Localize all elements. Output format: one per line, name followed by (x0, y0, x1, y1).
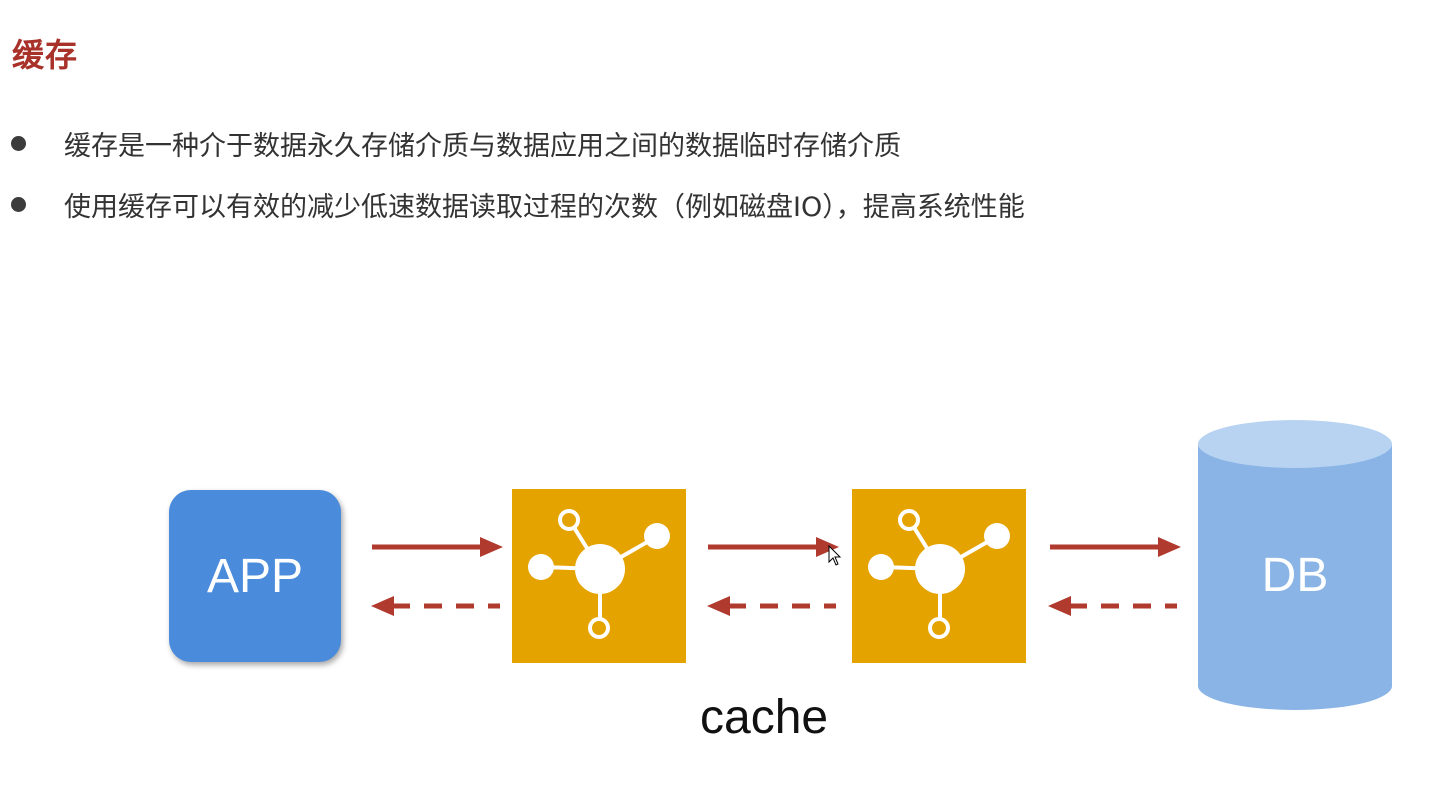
bullet-dot-icon (11, 135, 26, 151)
cache-node-2 (852, 489, 1026, 663)
bullet-text: 缓存是一种介于数据永久存储介质与数据应用之间的数据临时存储介质 (64, 130, 901, 162)
hub-icon (868, 509, 1010, 639)
hub-icon (528, 509, 670, 639)
app-label: APP (206, 549, 304, 603)
cache-label: cache (700, 691, 829, 744)
response-arrow (707, 596, 836, 616)
app-node: APP (169, 490, 341, 662)
db-label: DB (1261, 549, 1329, 602)
cache-node-1 (512, 489, 686, 663)
request-arrow (708, 537, 839, 557)
request-arrow (1050, 537, 1181, 557)
request-arrow (372, 537, 503, 557)
response-arrow (1048, 596, 1177, 616)
mouse-cursor-icon (828, 545, 842, 566)
response-arrow (371, 596, 500, 616)
bullet-text: 使用缓存可以有效的减少低速数据读取过程的次数（例如磁盘IO），提高系统性能 (64, 191, 1025, 223)
db-node: DB (1198, 420, 1392, 712)
slide-title: 缓存 (12, 36, 79, 74)
bullet-dot-icon (11, 196, 26, 212)
